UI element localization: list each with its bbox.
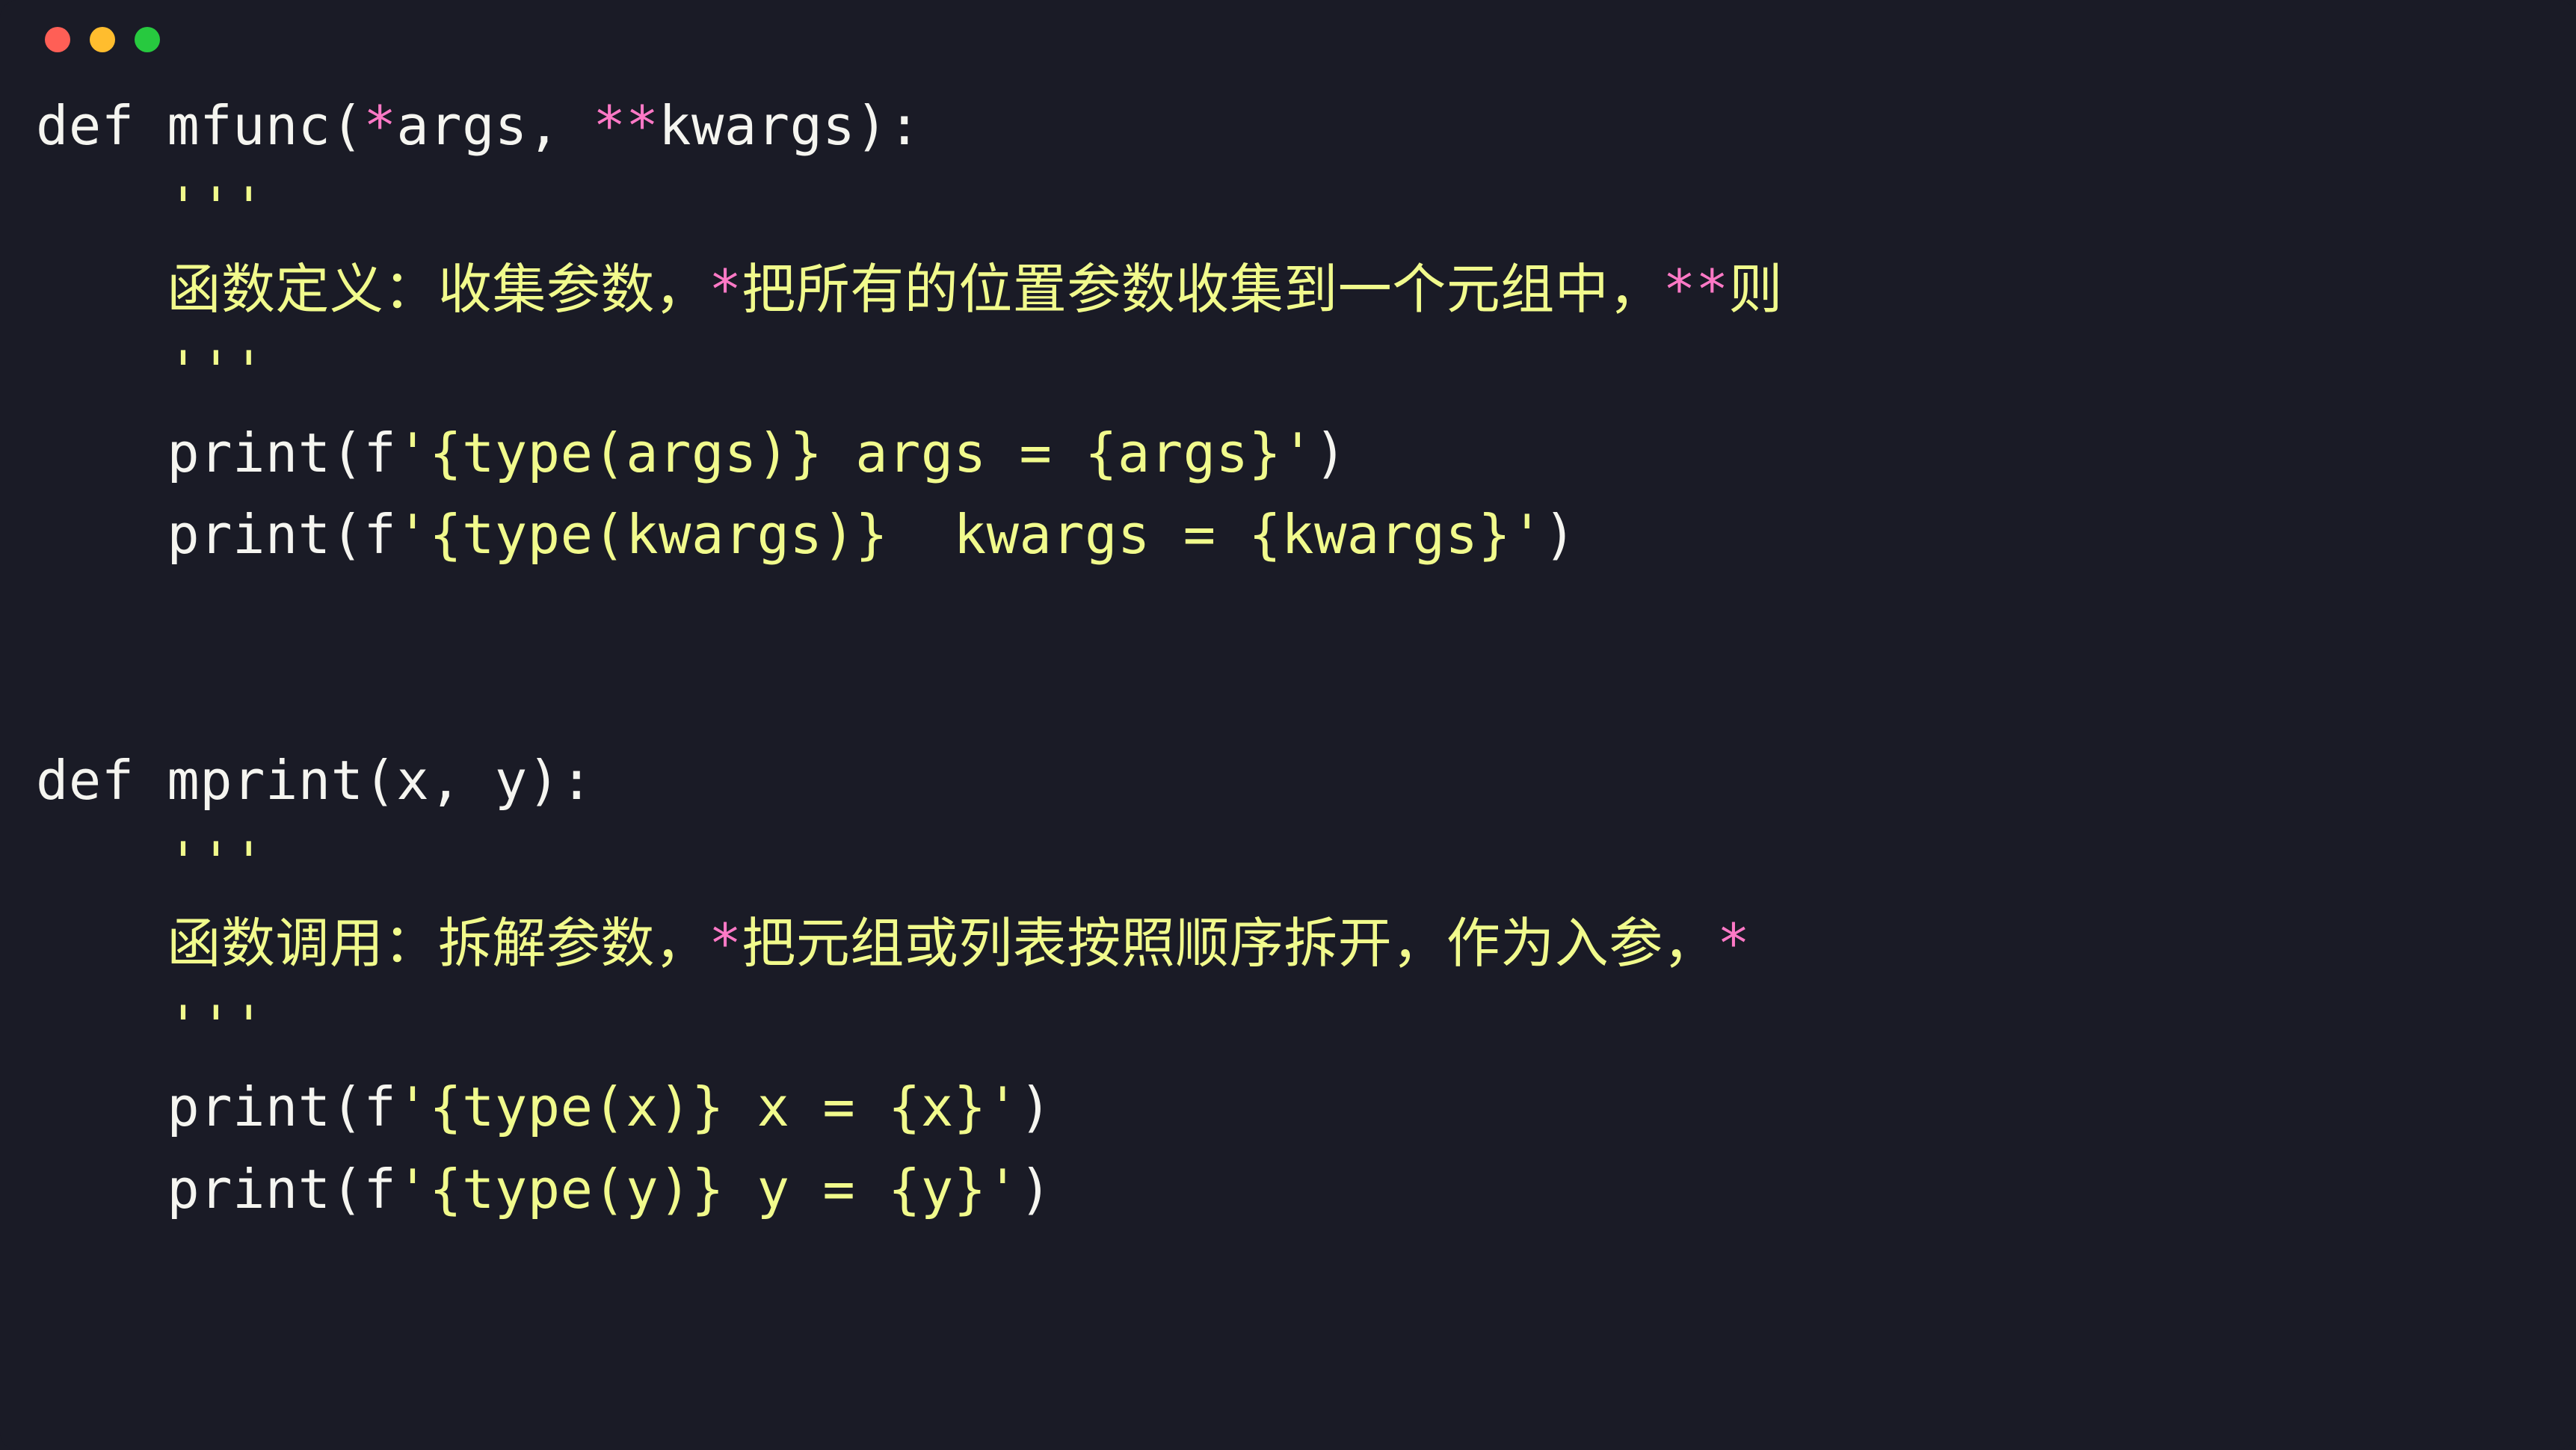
code-window: def mfunc(*args, **kwargs): ''' 函数定义：收集参…: [0, 0, 2576, 1450]
docstring-text: 把元组或列表按照顺序拆开，作为入参，: [742, 912, 1717, 975]
docstring-open: ''': [167, 176, 265, 238]
indent: [36, 994, 167, 1057]
function-name: mprint: [167, 749, 363, 812]
keyword-def: def: [36, 749, 135, 812]
paren-close: ): [1544, 503, 1577, 566]
space: [135, 94, 167, 157]
indent: [36, 1158, 167, 1221]
indent: [36, 912, 167, 975]
print-call: print: [167, 422, 330, 484]
print-call: print: [167, 1158, 330, 1221]
star-operator: *: [709, 912, 742, 975]
star-operator: *: [1717, 912, 1750, 975]
fstring: '{type(y)} y = {y}': [396, 1158, 1019, 1221]
docstring-text: 则: [1728, 258, 1783, 321]
docstring-text: 函数调用：拆解参数，: [167, 912, 709, 975]
indent: [36, 503, 167, 566]
indent: [36, 176, 167, 238]
comma: ,: [528, 94, 594, 157]
paren-open-f: (f: [331, 422, 397, 484]
code-editor[interactable]: def mfunc(*args, **kwargs): ''' 函数定义：收集参…: [0, 67, 2576, 1266]
paren-close: ): [1019, 1076, 1052, 1138]
minimize-icon[interactable]: [90, 27, 115, 52]
docstring-close: ''': [167, 994, 265, 1057]
paren-open-f: (f: [331, 503, 397, 566]
double-star-operator: **: [593, 94, 659, 157]
fstring: '{type(args)} args = {args}': [396, 422, 1314, 484]
space: [135, 749, 167, 812]
double-star-operator: **: [1663, 258, 1729, 321]
indent: [36, 339, 167, 402]
paren-close: ): [1314, 422, 1347, 484]
param-args: args: [396, 94, 527, 157]
keyword-def: def: [36, 94, 135, 157]
star-operator: *: [364, 94, 397, 157]
indent: [36, 1076, 167, 1138]
indent: [36, 422, 167, 484]
param-kwargs: kwargs: [659, 94, 855, 157]
paren-close-colon: ):: [855, 94, 921, 157]
docstring-text: 函数定义：收集参数，: [167, 258, 709, 321]
docstring-close: ''': [167, 339, 265, 402]
docstring-open: ''': [167, 830, 265, 893]
print-call: print: [167, 1076, 330, 1138]
paren-open: (: [331, 94, 364, 157]
function-name: mfunc: [167, 94, 330, 157]
paren-open-f: (f: [331, 1158, 397, 1221]
params: (x, y):: [364, 749, 594, 812]
fstring: '{type(kwargs)} kwargs = {kwargs}': [396, 503, 1544, 566]
paren-open-f: (f: [331, 1076, 397, 1138]
fstring: '{type(x)} x = {x}': [396, 1076, 1019, 1138]
window-titlebar: [0, 0, 2576, 67]
paren-close: ): [1019, 1158, 1052, 1221]
maximize-icon[interactable]: [135, 27, 160, 52]
docstring-text: 把所有的位置参数收集到一个元组中，: [742, 258, 1663, 321]
indent: [36, 830, 167, 893]
close-icon[interactable]: [45, 27, 70, 52]
print-call: print: [167, 503, 330, 566]
indent: [36, 258, 167, 321]
star-operator: *: [709, 258, 742, 321]
